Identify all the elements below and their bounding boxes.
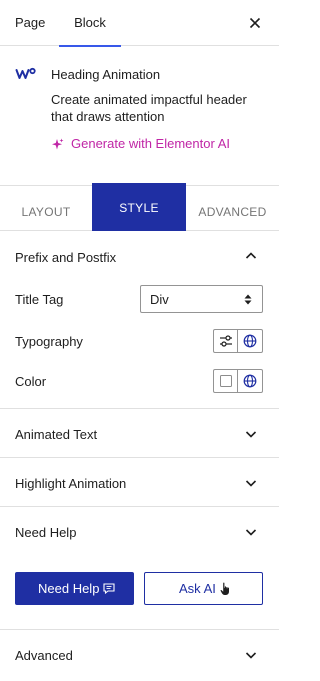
tab-style-label: STYLE (119, 201, 159, 215)
tab-page[interactable]: Page (15, 0, 45, 46)
panel-header-animated-text: Animated Text (15, 427, 98, 442)
color-controls (213, 369, 263, 393)
title-tag-select[interactable]: Div (140, 285, 263, 313)
typography-global-button[interactable] (238, 330, 262, 352)
chevron-up-icon[interactable] (244, 249, 258, 263)
color-global-button[interactable] (238, 370, 262, 392)
hand-pointer-icon (220, 582, 229, 595)
globe-icon (243, 334, 257, 348)
color-picker-button[interactable] (214, 370, 238, 392)
chevron-down-icon (245, 431, 257, 438)
tab-style[interactable]: STYLE (92, 183, 186, 231)
tab-layout[interactable]: LAYOUT (0, 186, 92, 231)
generate-with-ai-label: Generate with Elementor AI (71, 136, 230, 151)
panel-header-advanced: Advanced (15, 648, 73, 663)
panel-highlight-animation[interactable]: Highlight Animation (0, 458, 279, 507)
chevron-down-icon (245, 652, 257, 659)
sparkle-icon (52, 138, 64, 150)
block-info: Heading Animation Create animated impact… (0, 46, 279, 186)
tab-advanced-label: ADVANCED (198, 205, 267, 219)
ask-ai-button[interactable]: Ask AI (144, 572, 263, 605)
need-help-button[interactable]: Need Help (15, 572, 134, 605)
chat-icon (103, 583, 115, 594)
panel-advanced[interactable]: Advanced (0, 630, 279, 681)
block-title: Heading Animation (51, 67, 161, 82)
panel-header-highlight-animation: Highlight Animation (15, 476, 127, 491)
typography-controls (213, 329, 263, 353)
typography-label: Typography (15, 334, 83, 349)
settings-tabs: LAYOUT STYLE ADVANCED (0, 183, 279, 231)
color-swatch-icon (220, 375, 232, 387)
panel-header-need-help[interactable]: Need Help (15, 525, 76, 540)
tab-advanced[interactable]: ADVANCED (186, 186, 279, 231)
typography-settings-button[interactable] (214, 330, 238, 352)
close-button[interactable] (244, 12, 266, 34)
close-icon (249, 17, 261, 29)
panel-animated-text[interactable]: Animated Text (0, 409, 279, 458)
panel-need-help: Need Help (0, 507, 279, 630)
globe-icon (243, 374, 257, 388)
settings-sliders-icon (220, 335, 232, 347)
heading-animation-icon (15, 67, 36, 79)
title-tag-value: Div (150, 292, 169, 307)
tab-block[interactable]: Block (59, 0, 121, 47)
ask-ai-button-label: Ask AI (179, 581, 216, 596)
title-tag-label: Title Tag (15, 292, 64, 307)
chevron-down-icon[interactable] (244, 525, 258, 539)
block-description: Create animated impactful header that dr… (51, 92, 247, 124)
panel-header-prefix-postfix[interactable]: Prefix and Postfix (15, 250, 116, 265)
chevron-down-icon (245, 480, 257, 487)
color-label: Color (15, 374, 47, 389)
sidebar-top-tabs: Page Block (0, 0, 279, 47)
sort-arrows-icon (244, 294, 252, 305)
tab-layout-label: LAYOUT (21, 205, 71, 219)
need-help-button-label: Need Help (38, 581, 100, 596)
